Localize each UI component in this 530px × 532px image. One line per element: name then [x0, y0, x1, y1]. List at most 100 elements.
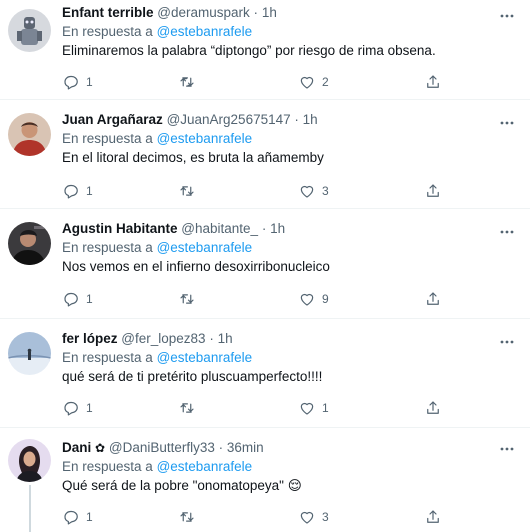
reply-icon [62, 182, 80, 200]
author-name[interactable]: Dani [62, 440, 91, 455]
author-name[interactable]: Agustin Habitante [62, 221, 178, 236]
separator: · [253, 5, 259, 20]
like-count: 2 [322, 75, 329, 89]
share-button[interactable] [424, 70, 442, 94]
action-bar: 1 3 [58, 505, 458, 529]
tweet[interactable]: Dani ✿ @DaniButterfly33 · 36min En respu… [0, 429, 530, 532]
reply-button[interactable]: 1 [62, 179, 93, 203]
heart-icon [298, 508, 316, 526]
more-icon[interactable] [498, 7, 516, 25]
heart-icon [298, 290, 316, 308]
like-count: 3 [322, 184, 329, 198]
tweet[interactable]: Juan Argañaraz @JuanArg25675147 · 1h En … [0, 101, 530, 209]
tweet-header: Dani ✿ @DaniButterfly33 · 36min [62, 439, 496, 457]
author-name[interactable]: Enfant terrible [62, 5, 154, 20]
more-icon[interactable] [498, 440, 516, 458]
timestamp[interactable]: 1h [218, 331, 233, 346]
avatar[interactable] [8, 332, 51, 375]
author-handle[interactable]: @deramuspark [157, 5, 250, 20]
author-name[interactable]: fer lópez [62, 331, 118, 346]
flower-icon: ✿ [95, 441, 106, 455]
avatar[interactable] [8, 9, 51, 52]
author-handle[interactable]: @JuanArg25675147 [167, 112, 291, 127]
tweet-header: Agustin Habitante @habitante_ · 1h [62, 220, 496, 238]
reply-to-link[interactable]: @estebanrafele [157, 131, 253, 146]
like-button[interactable]: 3 [298, 505, 329, 529]
timestamp[interactable]: 36min [227, 440, 264, 455]
action-bar: 1 1 [58, 396, 458, 420]
share-icon [424, 290, 442, 308]
share-button[interactable] [424, 505, 442, 529]
reply-icon [62, 508, 80, 526]
reply-to-link[interactable]: @estebanrafele [157, 350, 253, 365]
retweet-button[interactable] [178, 287, 202, 311]
author-handle[interactable]: @DaniButterfly33 [109, 440, 215, 455]
more-icon[interactable] [498, 333, 516, 351]
action-bar: 1 3 [58, 179, 458, 203]
separator: · [209, 331, 214, 346]
author-handle[interactable]: @habitante_ [181, 221, 258, 236]
tweet-text: Nos vemos en el infierno desoxirribonucl… [62, 259, 330, 274]
tweet-text: qué será de ti pretérito pluscuamperfect… [62, 369, 323, 384]
retweet-button[interactable] [178, 70, 202, 94]
thread-line [29, 485, 31, 532]
retweet-icon [178, 399, 196, 417]
timestamp[interactable]: 1h [270, 221, 285, 236]
share-button[interactable] [424, 287, 442, 311]
reply-to-link[interactable]: @estebanrafele [157, 459, 253, 474]
reply-context: En respuesta a @estebanrafele [62, 23, 496, 41]
tweet-text: En el litoral decimos, es bruta la añame… [62, 150, 324, 165]
reply-context: En respuesta a @estebanrafele [62, 349, 496, 367]
tweet-header: fer lópez @fer_lopez83 · 1h [62, 330, 496, 348]
reply-context: En respuesta a @estebanrafele [62, 130, 496, 148]
reply-prefix: En respuesta a [62, 24, 153, 39]
separator: · [261, 221, 267, 236]
reply-button[interactable]: 1 [62, 287, 93, 311]
like-button[interactable]: 3 [298, 179, 329, 203]
reply-button[interactable]: 1 [62, 70, 93, 94]
tweet-header: Juan Argañaraz @JuanArg25675147 · 1h [62, 111, 496, 129]
like-count: 9 [322, 292, 329, 306]
tweet[interactable]: Enfant terrible @deramuspark · 1h En res… [0, 0, 530, 100]
reply-prefix: En respuesta a [62, 240, 153, 255]
reply-prefix: En respuesta a [62, 131, 153, 146]
tweet-text: Qué será de la pobre "onomatopeya" 😌 [62, 478, 302, 493]
reply-button[interactable]: 1 [62, 505, 93, 529]
share-icon [424, 182, 442, 200]
like-button[interactable]: 2 [298, 70, 329, 94]
action-bar: 1 9 [58, 287, 458, 311]
reply-to-link[interactable]: @estebanrafele [157, 24, 253, 39]
reply-prefix: En respuesta a [62, 350, 153, 365]
retweet-button[interactable] [178, 396, 202, 420]
avatar[interactable] [8, 113, 51, 156]
author-handle[interactable]: @fer_lopez83 [121, 331, 205, 346]
separator: · [294, 112, 299, 127]
timestamp[interactable]: 1h [303, 112, 318, 127]
reply-icon [62, 73, 80, 91]
like-button[interactable]: 9 [298, 287, 329, 311]
tweet[interactable]: Agustin Habitante @habitante_ · 1h En re… [0, 210, 530, 319]
like-count: 3 [322, 510, 329, 524]
tweet[interactable]: fer lópez @fer_lopez83 · 1h En respuesta… [0, 320, 530, 428]
reply-to-link[interactable]: @estebanrafele [157, 240, 253, 255]
retweet-icon [178, 290, 196, 308]
more-icon[interactable] [498, 114, 516, 132]
retweet-button[interactable] [178, 505, 202, 529]
retweet-button[interactable] [178, 179, 202, 203]
tweet-header: Enfant terrible @deramuspark · 1h [62, 4, 496, 22]
author-name[interactable]: Juan Argañaraz [62, 112, 163, 127]
reply-button[interactable]: 1 [62, 396, 93, 420]
timestamp[interactable]: 1h [262, 5, 277, 20]
retweet-icon [178, 73, 196, 91]
share-button[interactable] [424, 179, 442, 203]
share-button[interactable] [424, 396, 442, 420]
reply-count: 1 [86, 292, 93, 306]
more-icon[interactable] [498, 223, 516, 241]
action-bar: 1 2 [58, 70, 458, 94]
like-button[interactable]: 1 [298, 396, 329, 420]
reply-count: 1 [86, 75, 93, 89]
reply-context: En respuesta a @estebanrafele [62, 458, 496, 476]
avatar[interactable] [8, 439, 51, 482]
share-icon [424, 508, 442, 526]
avatar[interactable] [8, 222, 51, 265]
